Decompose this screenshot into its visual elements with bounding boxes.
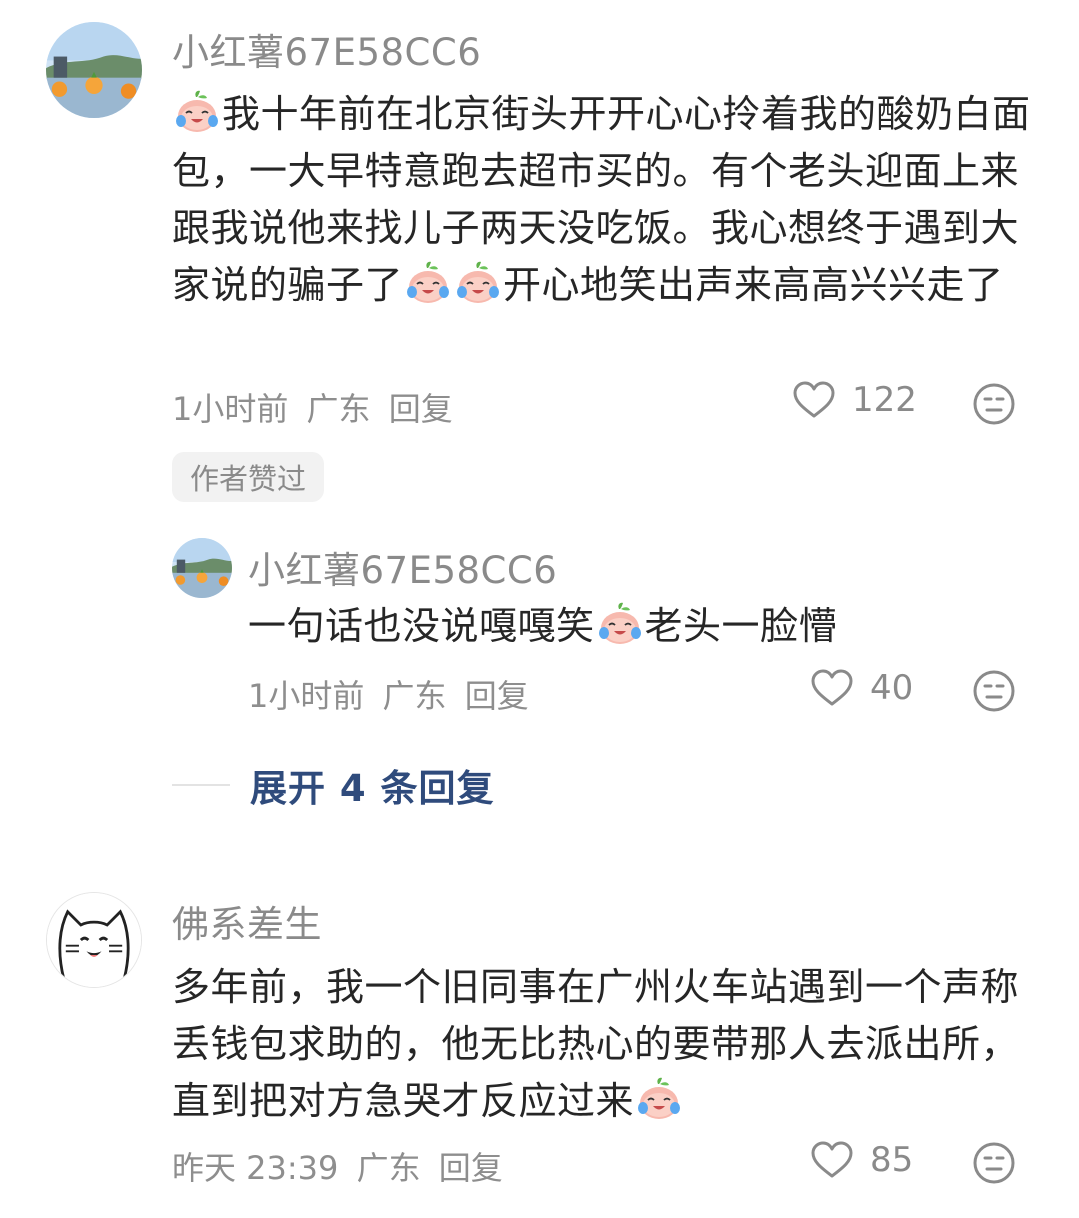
crying-laughing-peach-icon xyxy=(636,1076,682,1122)
divider xyxy=(172,784,230,786)
author-liked-badge: 作者赞过 xyxy=(172,452,325,502)
heart-outline-icon xyxy=(792,380,836,420)
heart-outline-icon xyxy=(810,668,854,708)
reply-username[interactable]: 小红薯67E58CC6 xyxy=(248,540,557,594)
like-button[interactable]: 122 xyxy=(792,380,917,420)
reply-text: 一句话也没说嘎嘎笑 老头一脸懵 xyxy=(248,598,1008,655)
crying-laughing-peach-icon xyxy=(405,260,451,306)
reply-location: 广东 xyxy=(382,677,447,715)
landscape-avatar-icon xyxy=(46,22,142,118)
like-button[interactable]: 85 xyxy=(810,1140,913,1180)
crying-laughing-peach-icon xyxy=(455,260,501,306)
meh-face-icon[interactable] xyxy=(972,1141,1016,1185)
comment-location: 广东 xyxy=(306,390,371,428)
reply-text-part: 老头一脸懵 xyxy=(644,604,838,648)
reply-button[interactable]: 回复 xyxy=(389,390,453,428)
landscape-avatar-icon xyxy=(172,538,232,598)
like-count: 40 xyxy=(870,668,914,708)
heart-outline-icon xyxy=(810,1140,854,1180)
comment-username[interactable]: 佛系差生 xyxy=(172,894,322,948)
reply-text-part: 一句话也没说嘎嘎笑 xyxy=(248,604,595,648)
cat-avatar-icon xyxy=(47,893,141,987)
avatar[interactable] xyxy=(46,22,142,118)
comment-location: 广东 xyxy=(356,1149,421,1187)
reply-button[interactable]: 回复 xyxy=(439,1149,503,1187)
comment-meta: 昨天 23:39 广东 回复 xyxy=(172,1143,511,1189)
reply-time: 1小时前 xyxy=(248,677,365,715)
expand-replies-button[interactable]: 展开 4 条回复 xyxy=(172,758,495,812)
like-count: 122 xyxy=(852,380,917,420)
reply-meta: 1小时前 广东 回复 xyxy=(248,671,537,717)
meh-face-icon[interactable] xyxy=(972,382,1016,426)
expand-replies-label: 展开 4 条回复 xyxy=(250,767,495,810)
reply-button[interactable]: 回复 xyxy=(465,677,529,715)
comment-text-part: 多年前，我一个旧同事在广州火车站遇到一个声称丢钱包求助的，他无比热心的要带那人去… xyxy=(172,965,1020,1123)
comment-time: 昨天 23:39 xyxy=(172,1149,339,1187)
comment-text-part: 开心地笑出声来高高兴兴走了 xyxy=(503,263,1004,307)
meh-face-icon[interactable] xyxy=(972,669,1016,713)
comment-text: 我十年前在北京街头开开心心拎着我的酸奶白面包，一大早特意跑去超市买的。有个老头迎… xyxy=(172,86,1032,314)
avatar[interactable] xyxy=(46,892,142,988)
like-button[interactable]: 40 xyxy=(810,668,913,708)
comment-meta: 1小时前 广东 回复 xyxy=(172,384,461,430)
crying-laughing-peach-icon xyxy=(597,601,643,647)
comment-username[interactable]: 小红薯67E58CC6 xyxy=(172,22,481,76)
comment-text: 多年前，我一个旧同事在广州火车站遇到一个声称丢钱包求助的，他无比热心的要带那人去… xyxy=(172,959,1022,1130)
crying-laughing-peach-icon xyxy=(174,89,220,135)
like-count: 85 xyxy=(870,1140,914,1180)
comment-time: 1小时前 xyxy=(172,390,289,428)
reply-avatar[interactable] xyxy=(172,538,232,598)
